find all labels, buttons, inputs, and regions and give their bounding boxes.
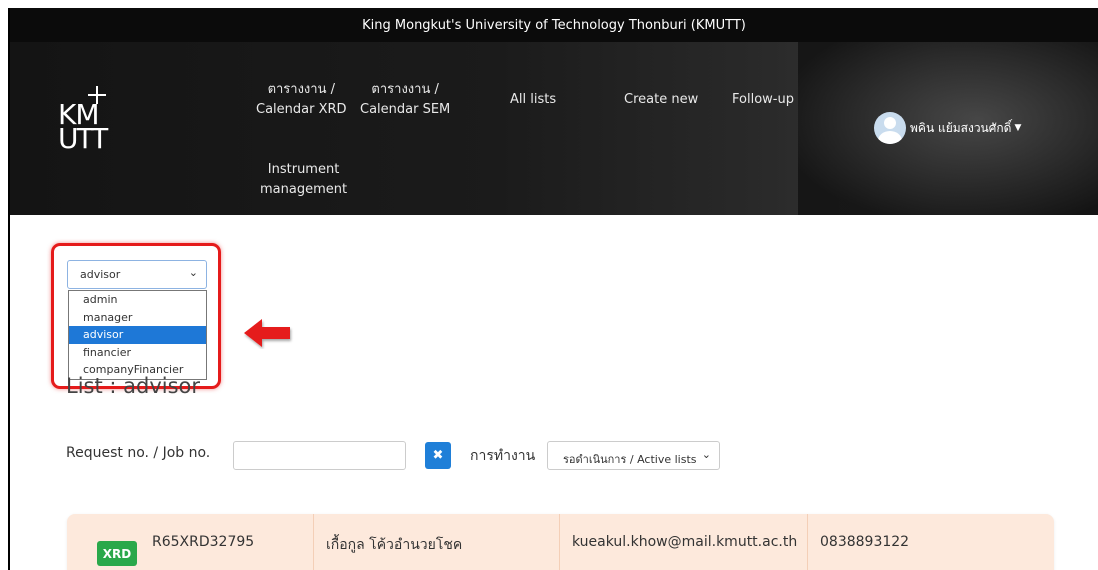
times-icon: ✖ bbox=[432, 448, 444, 463]
nav-create-new[interactable]: Create new bbox=[624, 90, 698, 110]
requester-phone: 0838893122 bbox=[820, 534, 910, 550]
work-status-label: การทำงาน bbox=[470, 448, 536, 464]
nav-calendar-sem[interactable]: ตารางงาน / Calendar SEM bbox=[360, 80, 450, 120]
page-title: List : advisor bbox=[66, 374, 201, 398]
instrument-badge: XRD bbox=[97, 541, 137, 566]
nav-all-lists[interactable]: All lists bbox=[510, 90, 556, 110]
column-divider bbox=[559, 514, 560, 570]
main-navbar: KM UTT ตารางงาน / Calendar XRD ตารางงาน … bbox=[10, 42, 1098, 215]
column-divider bbox=[807, 514, 808, 570]
column-divider bbox=[313, 514, 314, 570]
logo-plus-mark bbox=[88, 86, 106, 104]
left-arrow-icon bbox=[244, 319, 290, 347]
nav-calendar-xrd[interactable]: ตารางงาน / Calendar XRD bbox=[256, 80, 347, 120]
clear-filter-button[interactable]: ✖ bbox=[425, 442, 451, 469]
university-banner: King Mongkut's University of Technology … bbox=[10, 8, 1098, 42]
university-title: King Mongkut's University of Technology … bbox=[362, 17, 746, 33]
caret-down-icon: ▼ bbox=[1014, 123, 1022, 133]
requester-name: เกื้อกูล โค้วอำนวยโชค bbox=[326, 537, 463, 553]
nav-instrument-management[interactable]: Instrument management bbox=[260, 160, 347, 200]
annotation-highlight-box bbox=[51, 243, 221, 389]
request-number: R65XRD32795 bbox=[152, 534, 255, 550]
chevron-down-icon: ⌄ bbox=[701, 448, 711, 461]
work-status-select[interactable]: รอดำเนินการ / Active lists ⌄ bbox=[547, 441, 720, 470]
request-no-input[interactable] bbox=[233, 441, 406, 470]
user-avatar-icon bbox=[874, 112, 906, 144]
user-name: พคิน แย้มสงวนศักดิ์ bbox=[910, 120, 1012, 135]
request-no-label: Request no. / Job no. bbox=[66, 445, 211, 461]
user-menu[interactable]: พคิน แย้มสงวนศักดิ์ ▼ bbox=[874, 112, 1021, 144]
requester-email: kueakul.khow@mail.kmutt.ac.th bbox=[572, 534, 798, 550]
list-item[interactable]: XRD R65XRD32795 เกื้อกูล โค้วอำนวยโชค ku… bbox=[67, 514, 1054, 570]
kmutt-logo[interactable]: KM UTT bbox=[58, 86, 108, 153]
nav-follow-up[interactable]: Follow-up bbox=[732, 90, 794, 110]
browser-frame: King Mongkut's University of Technology … bbox=[8, 8, 1098, 570]
